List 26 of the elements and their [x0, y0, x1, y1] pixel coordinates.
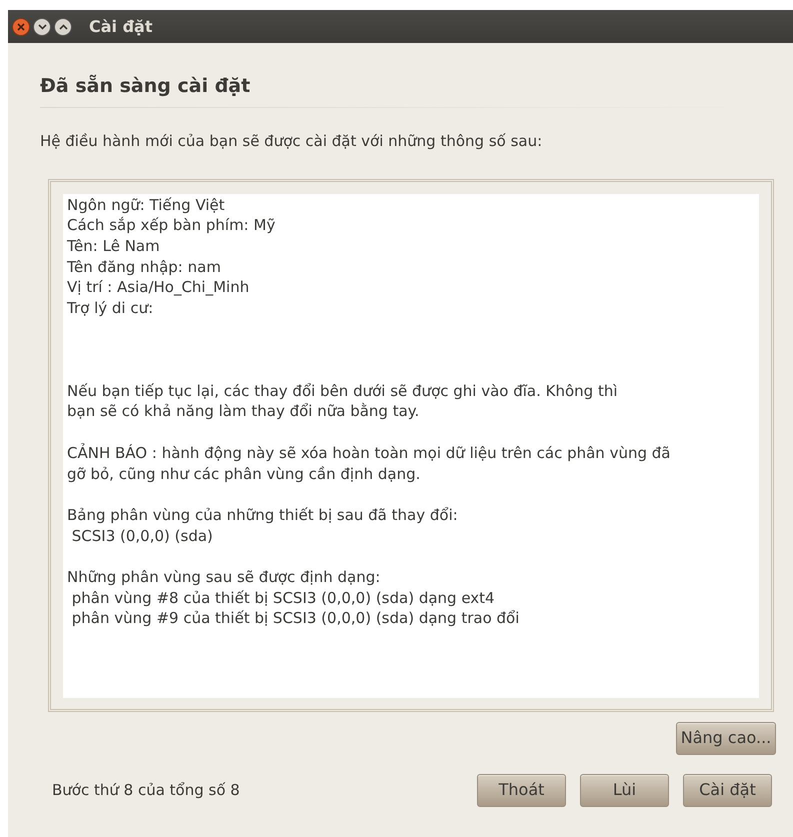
summary-line: Ngôn ngữ: Tiếng Việt — [67, 194, 225, 216]
maximize-icon[interactable] — [54, 18, 72, 36]
summary-line: phân vùng #8 của thiết bị SCSI3 (0,0,0) (sda) dạng ext4 — [70, 588, 495, 608]
close-icon[interactable] — [12, 18, 30, 36]
summary-line: Vị trí : Asia/Ho_Chi_Minh — [67, 277, 250, 298]
step-label: Bước thứ 8 của tổng số 8 — [52, 780, 240, 801]
summary-line: phân vùng #9 của thiết bị SCSI3 (0,0,0) (sda) dạng trao đổi — [70, 608, 520, 630]
page-heading: Đã sẵn sàng cài đặt — [40, 74, 252, 99]
quit-button[interactable]: Thoát — [477, 774, 566, 806]
summary-line: Nếu bạn tiếp tục lại, các thay đổi bên dưới sẽ được ghi vào đĩa. Không thì — [67, 380, 618, 402]
advanced-button[interactable]: Nâng cao... — [676, 722, 776, 754]
install-button[interactable]: Cài đặt — [683, 774, 772, 806]
summary-line: CẢNH BÁO : hành động này sẽ xóa hoàn toàn mọi dữ liệu trên các phân vùng đã — [67, 442, 670, 464]
summary-line: Cách sắp xếp bàn phím: Mỹ — [67, 215, 276, 236]
summary-line: gỡ bỏ, cũng như các phân vùng cần định dạng. — [67, 464, 420, 484]
summary-line: Trợ lý di cư: — [67, 298, 154, 319]
summary-line: Bảng phân vùng của những thiết bị sau đã thay đổi: — [67, 504, 458, 526]
window-title: Cài đặt — [89, 16, 152, 38]
summary-line: Tên đăng nhập: nam — [67, 256, 221, 278]
back-button[interactable]: Lùi — [580, 774, 669, 806]
summary-line: Những phân vùng sau sẽ được định dạng: — [67, 567, 380, 588]
summary-line: bạn sẽ có khả năng làm thay đổi nữa bằng tay. — [67, 401, 420, 422]
summary-line: SCSI3 (0,0,0) (sda) — [70, 526, 213, 546]
summary-line: Tên: Lê Nam — [67, 236, 160, 257]
minimize-icon[interactable] — [33, 18, 51, 36]
intro-text: Hệ điều hành mới của bạn sẽ được cài đặt với những thông số sau: — [40, 131, 544, 152]
